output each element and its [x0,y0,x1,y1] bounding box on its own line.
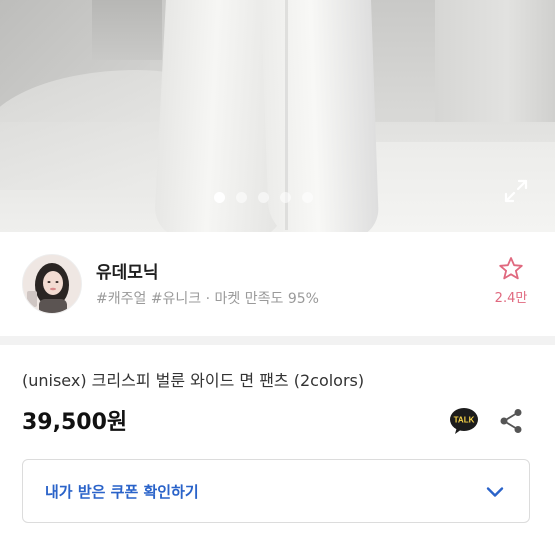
seller-avatar[interactable] [22,254,82,314]
carousel-dot[interactable] [258,192,269,203]
product-title: (unisex) 크리스피 벌룬 와이드 면 팬츠 (2colors) [22,371,365,390]
seller-tags: #캐주얼 #유니크 · 마켓 만족도 95% [96,291,319,307]
carousel-dot-active[interactable] [214,192,225,203]
carousel-dot[interactable] [236,192,247,203]
star-outline-icon [499,257,523,280]
product-photo-carousel[interactable] [0,0,555,232]
share-icon[interactable] [499,408,523,434]
coupon-label: 내가 받은 쿠폰 확인하기 [45,483,199,501]
carousel-indicator [214,192,313,203]
favorite-count: 2.4만 [494,291,528,306]
chevron-down-icon [486,487,504,497]
section-divider [0,336,555,345]
kakao-talk-label: TALK [454,416,475,425]
coupon-check-button[interactable]: 내가 받은 쿠폰 확인하기 [22,459,530,523]
product-price: 39,500원 [22,410,128,435]
photo-background [92,0,162,60]
seller-avatar-image [23,255,81,313]
seller-name[interactable]: 유데모닉 [96,258,159,283]
fullscreen-expand-icon[interactable] [503,178,529,204]
seller-info[interactable]: 유데모닉 #캐주얼 #유니크 · 마켓 만족도 95% 2.4만 [0,232,555,336]
kakao-talk-icon[interactable]: TALK [449,407,479,435]
favorite-button[interactable]: 2.4만 [491,256,531,306]
carousel-dot[interactable] [280,192,291,203]
carousel-dot[interactable] [302,192,313,203]
